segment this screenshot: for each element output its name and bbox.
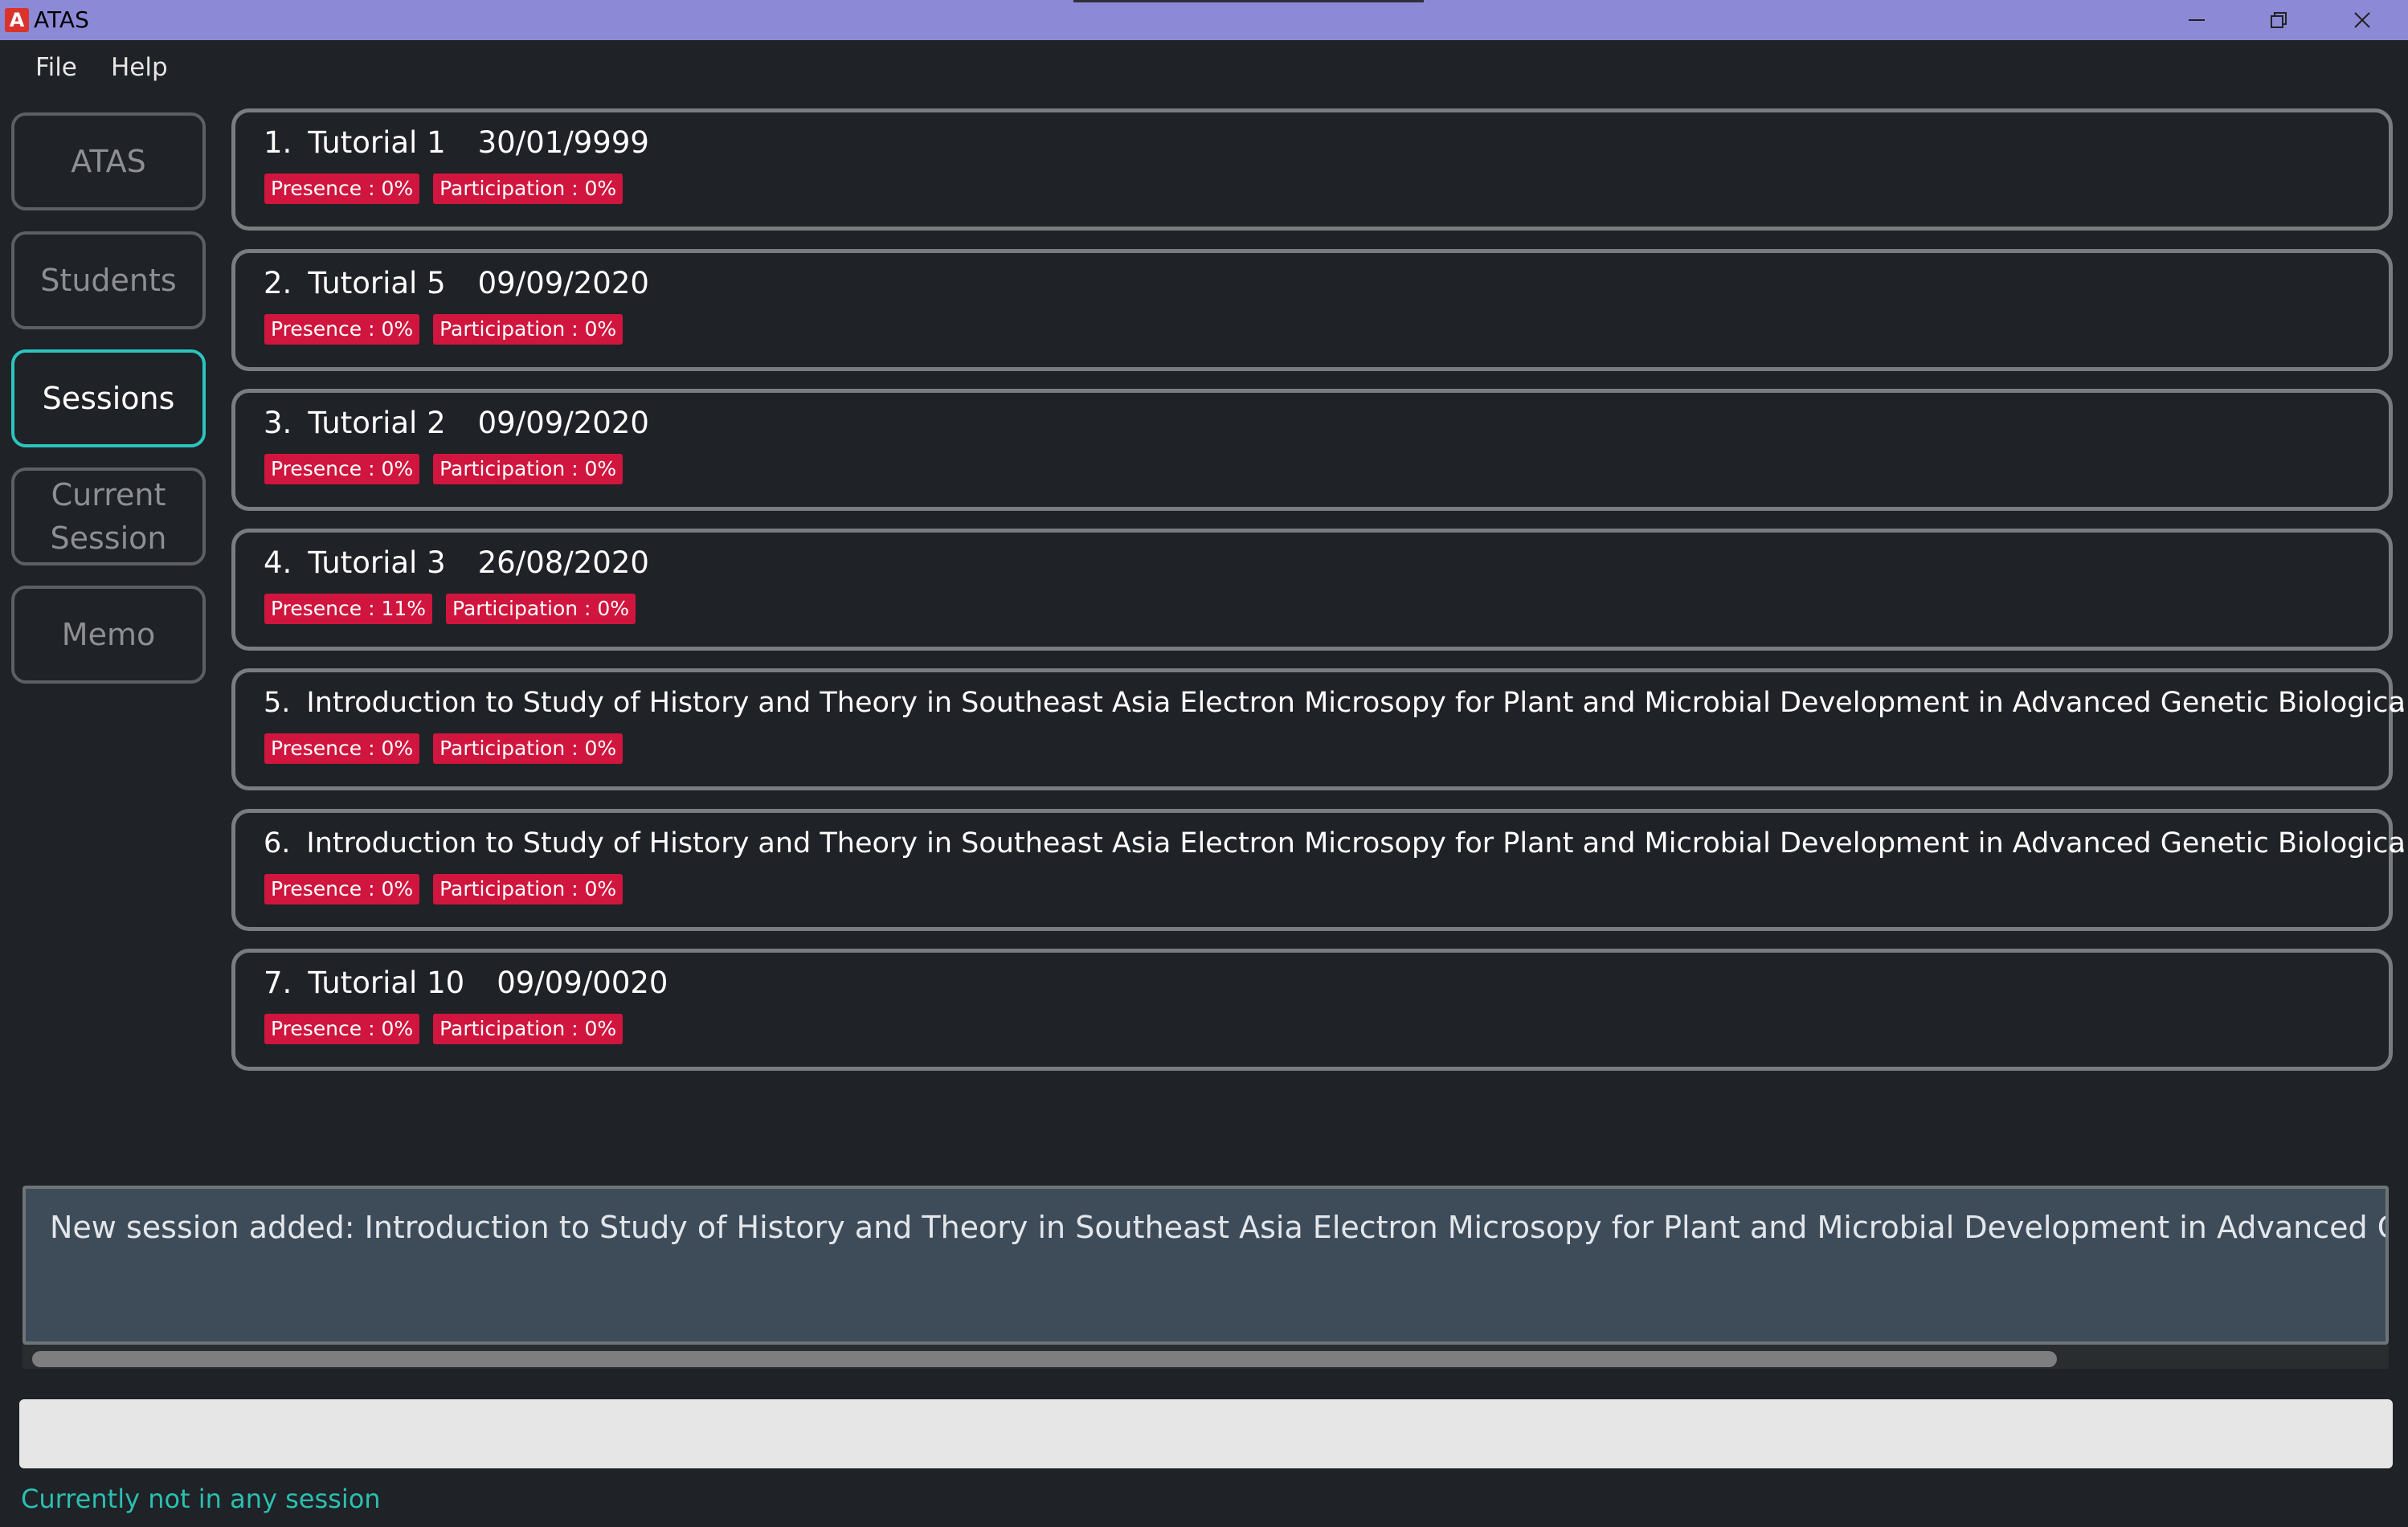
minimize-icon	[2189, 19, 2205, 21]
sidebar-item-current-session[interactable]: Current Session	[11, 467, 206, 565]
session-name: Tutorial 3	[308, 545, 446, 580]
session-index: 5.	[264, 687, 291, 719]
presence-badge: Presence : 0%	[264, 874, 420, 904]
title-bar[interactable]: A ATAS	[0, 0, 2408, 40]
session-name: Introduction to Study of History and The…	[306, 687, 2408, 719]
session-name: Tutorial 5	[308, 266, 446, 300]
session-index: 3.	[264, 406, 292, 440]
session-card[interactable]: 7. Tutorial 10 09/09/0020 Presence : 0% Par…	[231, 949, 2393, 1071]
horizontal-scrollbar[interactable]	[22, 1345, 2389, 1369]
close-button[interactable]	[2322, 0, 2402, 40]
session-title: 6. Introduction to Study of History and T…	[264, 823, 2408, 864]
session-card[interactable]: 4. Tutorial 3 26/08/2020 Presence : 11% Par…	[231, 529, 2393, 651]
session-name: Introduction to Study of History and The…	[306, 827, 2408, 859]
session-name: Tutorial 10	[308, 966, 465, 1000]
overflow-indicator: ...	[2389, 687, 2408, 719]
session-date: 30/01/9999	[477, 125, 649, 160]
session-card[interactable]: 2. Tutorial 5 09/09/2020 Presence : 0% Part…	[231, 249, 2393, 371]
session-date: 09/09/2020	[477, 406, 649, 440]
session-card[interactable]: 3. Tutorial 2 09/09/2020 Presence : 0% Part…	[231, 389, 2393, 511]
participation-badge: Participation : 0%	[433, 733, 623, 764]
presence-badge: Presence : 0%	[264, 314, 420, 345]
participation-badge: Participation : 0%	[433, 454, 623, 484]
session-index: 7.	[264, 966, 292, 1000]
restore-button[interactable]	[2238, 0, 2319, 40]
overflow-indicator: ...	[2389, 827, 2408, 859]
result-message: New session added: Introduction to Study…	[50, 1210, 2386, 1245]
participation-badge: Participation : 0%	[433, 174, 623, 204]
minimize-button[interactable]	[2157, 0, 2237, 40]
session-title: 5. Introduction to Study of History and T…	[264, 682, 2408, 724]
menu-help[interactable]: Help	[111, 53, 168, 82]
session-card[interactable]: 6. Introduction to Study of History and T…	[231, 809, 2408, 931]
title-bar-divider	[1073, 0, 1424, 2]
session-title: 3. Tutorial 2 09/09/2020	[264, 402, 2353, 444]
session-index: 4.	[264, 545, 292, 580]
session-card[interactable]: 5. Introduction to Study of History and T…	[231, 668, 2408, 790]
menu-file[interactable]: File	[35, 53, 77, 82]
session-date: 26/08/2020	[477, 545, 649, 580]
presence-badge: Presence : 0%	[264, 1014, 420, 1044]
participation-badge: Participation : 0%	[433, 1014, 623, 1044]
presence-badge: Presence : 11%	[264, 594, 433, 624]
presence-badge: Presence : 0%	[264, 174, 420, 204]
result-display[interactable]: New session added: Introduction to Study…	[22, 1186, 2389, 1345]
close-icon	[2354, 12, 2370, 28]
session-date: 09/09/2020	[477, 266, 649, 300]
session-title: 2. Tutorial 5 09/09/2020	[264, 263, 2353, 304]
sidebar-item-atas[interactable]: ATAS	[11, 112, 206, 210]
window-title: ATAS	[34, 6, 89, 33]
participation-badge: Participation : 0%	[433, 314, 623, 345]
session-title: 4. Tutorial 3 26/08/2020	[264, 542, 2353, 584]
sidebar-item-students[interactable]: Students	[11, 231, 206, 329]
session-date: 09/09/0020	[497, 966, 668, 1000]
presence-badge: Presence : 0%	[264, 454, 420, 484]
menu-bar: File Help	[0, 40, 2408, 96]
command-input[interactable]	[19, 1399, 2393, 1468]
session-index: 2.	[264, 266, 292, 300]
restore-icon	[2271, 12, 2287, 28]
participation-badge: Participation : 0%	[433, 874, 623, 904]
sidebar-item-sessions[interactable]: Sessions	[11, 349, 206, 447]
session-name: Tutorial 2	[308, 406, 446, 440]
session-title: 1. Tutorial 1 30/01/9999	[264, 122, 2353, 164]
presence-badge: Presence : 0%	[264, 733, 420, 764]
participation-badge: Participation : 0%	[446, 594, 636, 624]
session-index: 6.	[264, 827, 291, 859]
session-card[interactable]: 1. Tutorial 1 30/01/9999 Presence : 0% Part…	[231, 108, 2393, 231]
session-title: 7. Tutorial 10 09/09/0020	[264, 962, 2353, 1004]
scrollbar-thumb[interactable]	[32, 1351, 2057, 1367]
session-name: Tutorial 1	[308, 125, 446, 160]
sidebar-item-label: Current Session	[50, 477, 167, 556]
app-logo-icon: A	[5, 8, 29, 32]
status-text: Currently not in any session	[21, 1484, 381, 1514]
session-index: 1.	[264, 125, 292, 160]
sidebar-item-memo[interactable]: Memo	[11, 586, 206, 684]
